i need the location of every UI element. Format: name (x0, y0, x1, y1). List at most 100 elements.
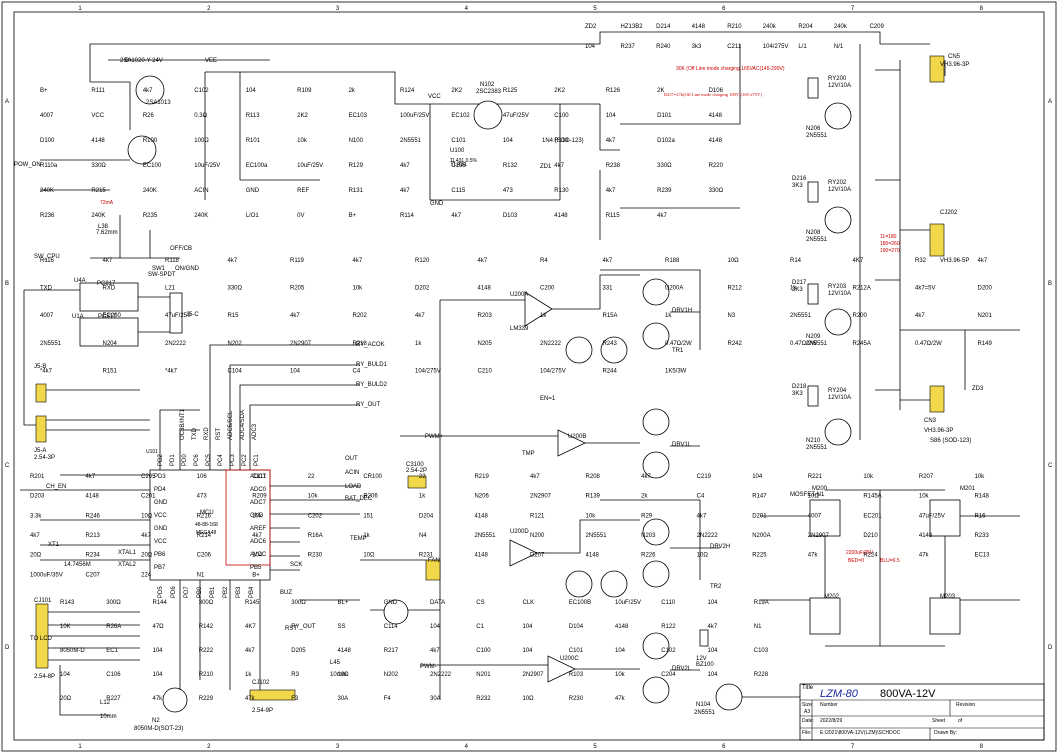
component-label: R29 (641, 513, 653, 519)
component-label: 0.47Ω/2W (915, 341, 942, 347)
component-label: 300Ω (106, 600, 121, 606)
column-markers-top: 1 2 3 4 5 6 7 8 (78, 6, 983, 12)
component-label: 0.3Ω (194, 113, 207, 119)
component-label: 2k (641, 494, 648, 500)
component-label: 0V (297, 213, 304, 219)
component-label: 4007 (40, 113, 54, 119)
component-label: 4k7 (697, 513, 707, 519)
net-load: LOAD (345, 484, 362, 490)
component-label: 4148 (692, 24, 706, 30)
component-label: 104 (708, 600, 719, 606)
component-label: 330Ω (709, 188, 724, 194)
mcu-pin-left: PB6 (154, 552, 166, 558)
component-label: 4k7 (530, 474, 540, 480)
mcu-pin-right: ADC0 (250, 487, 267, 493)
component-label: R206 (363, 494, 378, 500)
component-label: R239 (657, 188, 672, 194)
component-label: 20Ω (60, 696, 72, 702)
component-label: 2N5551 (474, 533, 496, 539)
part-zd3: ZD3 (972, 386, 984, 392)
component-label: R246 (86, 513, 101, 519)
component-label: 2N2222 (430, 672, 452, 678)
component-label: 10k (252, 513, 263, 519)
component-label: R210 (199, 672, 214, 678)
component-label: R240 (656, 44, 671, 50)
component-label: 10k (974, 474, 985, 480)
current-note: 72mA (100, 200, 114, 206)
component-label: 330Ω (91, 163, 106, 169)
component-label: 100uF/25V (400, 113, 429, 119)
component-label: 4148 (474, 513, 488, 519)
mcu-pin-function: ADC4/SDA (240, 410, 246, 440)
component-label: 4148 (554, 213, 568, 219)
component-label: R101 (246, 138, 261, 144)
file-value: E:\2021\800VA-12V(LZM)\SCHDOC (820, 730, 901, 736)
column-marker: 6 (722, 6, 726, 12)
component-label: TXD (40, 286, 53, 292)
component-label: 20Ω (141, 553, 153, 559)
component-label: REF (297, 188, 309, 194)
component-label: L21 (165, 286, 176, 292)
part-cj101-type: 2.54-8P (34, 674, 55, 680)
net-ry-buld2: RY_BULD2 (356, 382, 388, 388)
component-label: D202 (415, 286, 430, 292)
component-label: R142 (199, 624, 214, 630)
component-label: 240K (143, 188, 157, 194)
net-vcc: VCC (428, 94, 441, 100)
component-label: R110 (554, 138, 569, 144)
xtal-label: XTAL2 (118, 562, 137, 568)
component-label: R139 (586, 494, 601, 500)
component-label: RY_OUT (291, 624, 316, 630)
component-label: R110a (40, 163, 58, 169)
mcu-pin-left: PD4 (154, 487, 166, 493)
component-label: R118 (165, 258, 180, 264)
component-label: 2N2222 (540, 341, 562, 347)
component-label: C1 (476, 624, 484, 630)
component-label: C200 (540, 286, 555, 292)
part-bz-v: 12V (696, 656, 707, 662)
component-label: 1K5/3W (665, 368, 687, 374)
component-label: R210 (727, 24, 742, 30)
component-label: D101 (657, 113, 672, 119)
component-label: 4k7 (400, 188, 410, 194)
component-label: DATA (430, 600, 445, 606)
mcu-pin-top: PD0 (182, 454, 188, 466)
component-label: C115 (451, 188, 466, 194)
component-label: 47Ω (153, 624, 165, 630)
part-cn3: CN3 (924, 418, 937, 424)
component-label: R26A (106, 624, 121, 630)
component-label: C104 (228, 368, 243, 374)
component-label: 4k7 (708, 624, 718, 630)
component-label: C210 (478, 368, 493, 374)
component-label: R243 (603, 341, 618, 347)
component-label: D201 (752, 513, 767, 519)
component-label: 151 (363, 513, 374, 519)
component-label: R113 (246, 113, 261, 119)
component-label: 1k (665, 313, 672, 319)
component-label: 330Ω (657, 163, 672, 169)
sheet-of: of (958, 718, 963, 724)
relay-section (807, 44, 1020, 446)
component-label: 4K7 (245, 624, 256, 630)
date-value: 2022/8/29 (820, 718, 843, 724)
net-sck: SCK (290, 562, 302, 568)
revision-label: Revision (956, 702, 976, 708)
component-label: 47uF/25V (503, 113, 529, 119)
component-label: 10k (353, 286, 364, 292)
component-label: 10uF/25V (297, 163, 323, 169)
component-label: R132 (503, 163, 518, 169)
component-label: 1k (419, 494, 426, 500)
part-cj102: CJ102 (252, 680, 270, 686)
component-label: 4007 (808, 513, 822, 519)
component-label: CS (476, 600, 484, 606)
mcu-pin-left: GND (154, 500, 168, 506)
component-label: EC201 (863, 513, 882, 519)
component-label: R122 (661, 624, 676, 630)
component-label: R151 (103, 368, 118, 374)
part-bz100: BZ100 (696, 662, 714, 668)
component-label: R220 (709, 163, 724, 169)
component-label: R114 (400, 213, 415, 219)
component-label: R209 (252, 494, 267, 500)
column-marker: 1 (78, 744, 82, 750)
component-label: N1 (754, 624, 762, 630)
